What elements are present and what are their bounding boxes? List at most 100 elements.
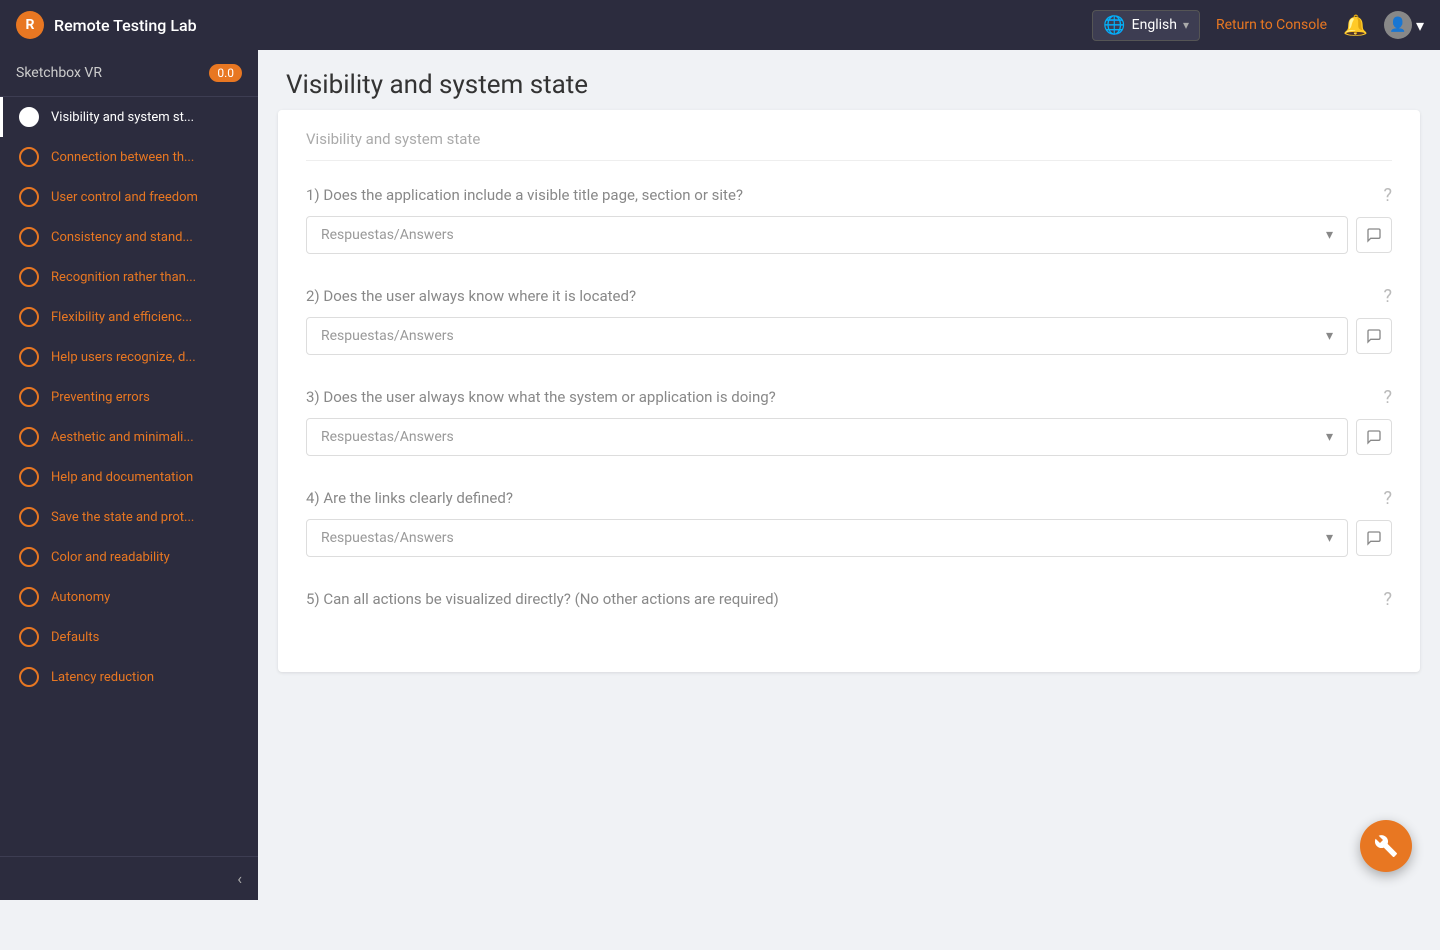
question-row-1: 1) Does the application include a visibl… xyxy=(306,185,1392,206)
sidebar-item-circle-5 xyxy=(19,307,39,327)
question-block-1: 1) Does the application include a visibl… xyxy=(306,185,1392,254)
answer-select-1[interactable]: Respuestas/Answers ▾ xyxy=(306,216,1348,254)
question-block-5: 5) Can all actions be visualized directl… xyxy=(306,589,1392,610)
page-title: Visibility and system state xyxy=(286,70,1412,100)
comment-icon-4 xyxy=(1366,530,1382,546)
sidebar-item-label-3: Consistency and stand... xyxy=(51,230,193,245)
sidebar-item-label-4: Recognition rather than... xyxy=(51,270,196,285)
sidebar-item-label-12: Autonomy xyxy=(51,590,110,605)
sidebar-item-label-7: Preventing errors xyxy=(51,390,150,405)
sidebar-item-11[interactable]: Color and readability xyxy=(0,537,258,577)
project-name: Sketchbox VR xyxy=(16,65,102,81)
sidebar-item-circle-6 xyxy=(19,347,39,367)
answer-select-text-1: Respuestas/Answers xyxy=(321,227,1326,243)
sidebar-item-circle-2 xyxy=(19,187,39,207)
question-text-3: 3) Does the user always know what the sy… xyxy=(306,387,1371,408)
help-icon-1[interactable]: ? xyxy=(1383,185,1392,206)
content-card: Visibility and system state 1) Does the … xyxy=(278,110,1420,672)
sidebar-item-10[interactable]: Save the state and prot... xyxy=(0,497,258,537)
answer-row-2: Respuestas/Answers ▾ xyxy=(306,317,1392,355)
comment-button-3[interactable] xyxy=(1356,419,1392,455)
answer-dropdown-arrow-4: ▾ xyxy=(1326,530,1333,546)
sidebar: Sketchbox VR 0.0 Visibility and system s… xyxy=(0,50,258,900)
question-block-2: 2) Does the user always know where it is… xyxy=(306,286,1392,355)
sidebar-item-7[interactable]: Preventing errors xyxy=(0,377,258,417)
sidebar-item-label-8: Aesthetic and minimali... xyxy=(51,430,194,445)
sidebar-item-12[interactable]: Autonomy xyxy=(0,577,258,617)
sidebar-item-8[interactable]: Aesthetic and minimali... xyxy=(0,417,258,457)
comment-icon-1 xyxy=(1366,227,1382,243)
answer-select-3[interactable]: Respuestas/Answers ▾ xyxy=(306,418,1348,456)
answer-select-4[interactable]: Respuestas/Answers ▾ xyxy=(306,519,1348,557)
sidebar-item-0[interactable]: Visibility and system st... xyxy=(0,97,258,137)
sidebar-item-label-1: Connection between th... xyxy=(51,150,194,165)
question-block-4: 4) Are the links clearly defined? ? Resp… xyxy=(306,488,1392,557)
question-row-3: 3) Does the user always know what the sy… xyxy=(306,387,1392,408)
sidebar-item-circle-10 xyxy=(19,507,39,527)
comment-button-1[interactable] xyxy=(1356,217,1392,253)
sidebar-item-3[interactable]: Consistency and stand... xyxy=(0,217,258,257)
answer-select-text-3: Respuestas/Answers xyxy=(321,429,1326,445)
sidebar-item-13[interactable]: Defaults xyxy=(0,617,258,657)
sidebar-item-label-10: Save the state and prot... xyxy=(51,510,194,525)
sidebar-item-circle-14 xyxy=(19,667,39,687)
sidebar-item-label-14: Latency reduction xyxy=(51,670,154,685)
comment-button-2[interactable] xyxy=(1356,318,1392,354)
version-badge: 0.0 xyxy=(209,64,242,82)
sidebar-item-circle-11 xyxy=(19,547,39,567)
answer-row-3: Respuestas/Answers ▾ xyxy=(306,418,1392,456)
sidebar-items-list: Visibility and system st... Connection b… xyxy=(0,97,258,856)
question-text-1: 1) Does the application include a visibl… xyxy=(306,185,1371,206)
answer-select-text-2: Respuestas/Answers xyxy=(321,328,1326,344)
sidebar-item-label-0: Visibility and system st... xyxy=(51,110,194,125)
sidebar-item-circle-1 xyxy=(19,147,39,167)
sidebar-header: Sketchbox VR 0.0 xyxy=(0,50,258,97)
answer-row-4: Respuestas/Answers ▾ xyxy=(306,519,1392,557)
app-title: Remote Testing Lab xyxy=(54,16,197,35)
sidebar-item-label-6: Help users recognize, d... xyxy=(51,350,196,365)
language-label: English xyxy=(1132,17,1177,33)
help-icon-4[interactable]: ? xyxy=(1383,488,1392,509)
top-navigation: R Remote Testing Lab 🌐 English ▾ Return … xyxy=(0,0,1440,50)
sidebar-item-circle-13 xyxy=(19,627,39,647)
fab-button[interactable] xyxy=(1360,820,1412,872)
answer-dropdown-arrow-1: ▾ xyxy=(1326,227,1333,243)
sidebar-item-5[interactable]: Flexibility and efficienc... xyxy=(0,297,258,337)
sidebar-item-2[interactable]: User control and freedom xyxy=(0,177,258,217)
sidebar-item-6[interactable]: Help users recognize, d... xyxy=(0,337,258,377)
sidebar-item-circle-7 xyxy=(19,387,39,407)
nav-right: 🌐 English ▾ Return to Console 🔔 👤 ▾ xyxy=(1092,10,1424,41)
sidebar-item-circle-9 xyxy=(19,467,39,487)
sidebar-item-circle-12 xyxy=(19,587,39,607)
help-icon-5[interactable]: ? xyxy=(1383,589,1392,610)
questions-container: 1) Does the application include a visibl… xyxy=(306,185,1392,610)
question-row-5: 5) Can all actions be visualized directl… xyxy=(306,589,1392,610)
main-content: Visibility and system state Visibility a… xyxy=(258,50,1440,900)
language-selector[interactable]: 🌐 English ▾ xyxy=(1092,10,1200,41)
answer-dropdown-arrow-3: ▾ xyxy=(1326,429,1333,445)
sidebar-footer: ‹ xyxy=(0,856,258,900)
help-icon-3[interactable]: ? xyxy=(1383,387,1392,408)
page-header: Visibility and system state xyxy=(258,50,1440,110)
answer-select-text-4: Respuestas/Answers xyxy=(321,530,1326,546)
logo-area: R Remote Testing Lab xyxy=(16,11,1092,39)
question-row-4: 4) Are the links clearly defined? ? xyxy=(306,488,1392,509)
user-avatar[interactable]: 👤 ▾ xyxy=(1384,11,1424,39)
return-to-console-link[interactable]: Return to Console xyxy=(1216,17,1327,33)
sidebar-item-circle-4 xyxy=(19,267,39,287)
answer-select-2[interactable]: Respuestas/Answers ▾ xyxy=(306,317,1348,355)
translate-icon: 🌐 xyxy=(1103,15,1125,36)
main-layout: Sketchbox VR 0.0 Visibility and system s… xyxy=(0,50,1440,900)
help-icon-2[interactable]: ? xyxy=(1383,286,1392,307)
sidebar-item-4[interactable]: Recognition rather than... xyxy=(0,257,258,297)
sidebar-item-14[interactable]: Latency reduction xyxy=(0,657,258,697)
avatar-circle: 👤 xyxy=(1384,11,1412,39)
sidebar-item-circle-0 xyxy=(19,107,39,127)
comment-button-4[interactable] xyxy=(1356,520,1392,556)
user-dropdown-arrow: ▾ xyxy=(1416,16,1424,35)
notifications-bell-icon[interactable]: 🔔 xyxy=(1343,13,1368,37)
question-block-3: 3) Does the user always know what the sy… xyxy=(306,387,1392,456)
sidebar-item-1[interactable]: Connection between th... xyxy=(0,137,258,177)
sidebar-item-9[interactable]: Help and documentation xyxy=(0,457,258,497)
sidebar-collapse-button[interactable]: ‹ xyxy=(237,869,242,888)
